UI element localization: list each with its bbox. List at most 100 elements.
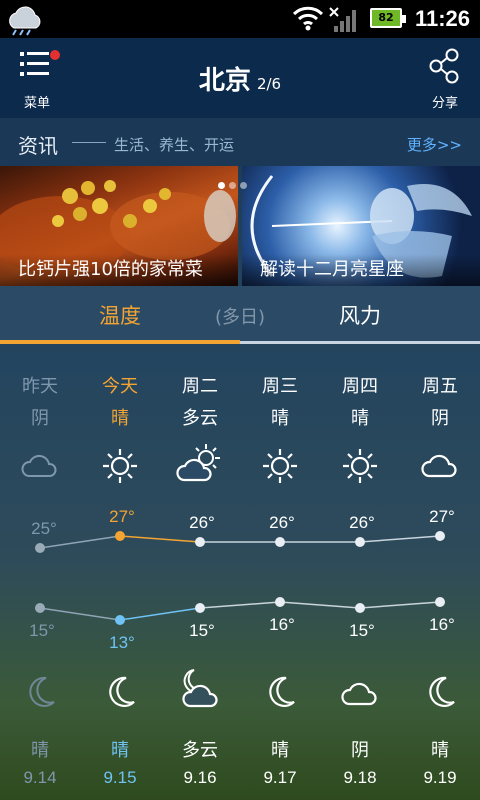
forecast-tabs: 温度 (多日) 风力 [0, 286, 480, 344]
low-temp-label: 16° [269, 615, 295, 634]
app-header: 菜单 北京 2/6 分享 [0, 38, 480, 118]
moon-icon [269, 676, 295, 707]
forecast-night-condition: 阴 [351, 740, 369, 761]
carousel-dot-active [218, 182, 225, 189]
tab-track [240, 341, 480, 344]
moon-icon [429, 676, 455, 707]
sun-icon [343, 449, 377, 483]
forecast-date: 9.18 [343, 768, 377, 787]
low-temp-point [35, 603, 45, 613]
high-temp-label: 26° [189, 513, 215, 532]
forecast-night-condition: 多云 [182, 740, 218, 761]
news-title: 资讯 [18, 134, 58, 158]
forecast-day-label: 昨天 [22, 376, 58, 397]
low-temp-point [195, 603, 205, 613]
forecast-date: 9.19 [423, 768, 457, 787]
forecast-day-condition: 阴 [31, 408, 49, 429]
forecast-day-label: 周三 [262, 376, 298, 397]
high-temp-label: 27° [109, 507, 135, 526]
high-temp-label: 25° [31, 519, 57, 538]
moon-icon [29, 676, 55, 707]
high-temp-point [195, 537, 205, 547]
tab-active-underline [0, 340, 240, 344]
forecast-day-label: 今天 [102, 376, 138, 397]
news-banner-caption: 解读十二月亮星座 [242, 254, 480, 286]
tab-multi-day[interactable]: (多日) [200, 303, 280, 329]
moon-icon [109, 676, 135, 707]
cloud-icon [421, 454, 457, 478]
forecast-date: 9.15 [103, 768, 137, 787]
high-temp-point [35, 543, 45, 553]
forecast-date: 9.16 [183, 768, 217, 787]
low-temp-point [435, 597, 445, 607]
forecast-day-condition: 阴 [431, 408, 449, 429]
low-temp-label: 16° [429, 615, 455, 634]
temp-line-segment [199, 601, 281, 609]
temperature-chart: 25° 15° 27° 13° 26° 15° 26° 16° 26° 15° 27° 16° [29, 507, 455, 652]
share-button[interactable]: 分享 [420, 48, 470, 111]
temp-line-segment [39, 607, 121, 621]
low-temp-point [275, 597, 285, 607]
clock: 11:26 [414, 6, 470, 31]
tab-temperature[interactable]: 温度 [80, 300, 160, 330]
high-temp-point [275, 537, 285, 547]
status-bar: 82 11:26 [0, 0, 480, 38]
sun-icon [263, 449, 297, 483]
news-carousel[interactable]: 比钙片强10倍的家常菜 解读十二月亮星座 [0, 166, 480, 286]
high-temp-point [115, 531, 125, 541]
carousel-dots [218, 174, 251, 193]
sun-cloud-icon [176, 444, 220, 482]
signal-icon [329, 7, 356, 32]
tab-wind[interactable]: 风力 [320, 300, 400, 330]
moon-cloud-icon [182, 669, 218, 708]
news-banner-1[interactable]: 比钙片强10倍的家常菜 [0, 166, 238, 286]
low-temp-label: 15° [29, 621, 55, 640]
carousel-dot [240, 182, 247, 189]
city-name: 北京 [198, 66, 251, 96]
weather-status-icon [9, 6, 41, 36]
forecast-night-condition: 晴 [31, 740, 49, 761]
high-temp-point [435, 531, 445, 541]
temp-line-segment [119, 607, 201, 621]
forecast-night-condition: 晴 [431, 740, 449, 761]
carousel-dot [229, 182, 236, 189]
cloud-icon [341, 682, 377, 706]
forecast-day-label: 周四 [342, 376, 378, 397]
notification-dot [50, 50, 60, 60]
high-temp-label: 26° [269, 513, 295, 532]
share-icon [429, 48, 459, 84]
sun-icon [103, 449, 137, 483]
news-divider [72, 142, 106, 143]
forecast-night-condition: 晴 [271, 740, 289, 761]
low-temp-label: 15° [189, 621, 215, 640]
share-label: 分享 [431, 96, 458, 111]
temp-line-segment [119, 535, 201, 543]
news-header: 资讯 生活、养生、开运 更多>> [0, 118, 480, 166]
temp-line-segment [359, 601, 441, 609]
forecast-day-condition: 晴 [271, 408, 289, 429]
forecast-night-condition: 晴 [111, 740, 129, 761]
city-title[interactable]: 北京 2/6 [0, 60, 480, 97]
temp-line-segment [279, 601, 361, 609]
low-temp-label: 13° [109, 633, 135, 652]
forecast-date: 9.17 [263, 768, 297, 787]
news-banner-2[interactable]: 解读十二月亮星座 [242, 166, 480, 286]
wifi-icon [292, 6, 324, 31]
forecast-day-condition: 晴 [351, 408, 369, 429]
news-more-link[interactable]: 更多>> [407, 134, 462, 155]
high-temp-label: 27° [429, 507, 455, 526]
low-temp-label: 15° [349, 621, 375, 640]
forecast-day-condition: 多云 [182, 408, 218, 429]
low-temp-point [355, 603, 365, 613]
forecast-day-label: 周二 [182, 376, 218, 397]
forecast-day-condition: 晴 [111, 408, 129, 429]
forecast-day-label: 周五 [422, 376, 458, 397]
news-subtitle: 生活、养生、开运 [114, 136, 235, 154]
cloud-icon [21, 454, 57, 477]
high-temp-point [355, 537, 365, 547]
forecast-date: 9.14 [23, 768, 57, 787]
temp-line-segment [359, 535, 441, 543]
battery-indicator: 82 [370, 8, 406, 28]
low-temp-point [115, 615, 125, 625]
high-temp-label: 26° [349, 513, 375, 532]
